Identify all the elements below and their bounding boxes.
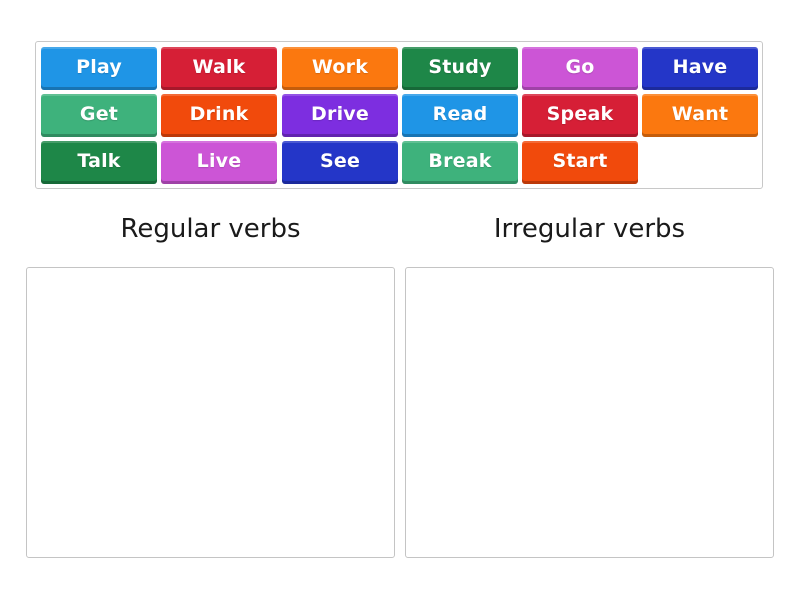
word-tile-work[interactable]: Work <box>282 47 398 90</box>
word-tile-play[interactable]: Play <box>41 47 157 90</box>
word-tile-talk[interactable]: Talk <box>41 141 157 184</box>
word-tile-study[interactable]: Study <box>402 47 518 90</box>
irregular-verbs-heading: Irregular verbs <box>493 214 686 244</box>
regular-verbs-heading: Regular verbs <box>120 214 301 244</box>
word-tile-want[interactable]: Want <box>642 94 758 137</box>
word-tile-go[interactable]: Go <box>522 47 638 90</box>
word-tile-see[interactable]: See <box>282 141 398 184</box>
word-tile-speak[interactable]: Speak <box>522 94 638 137</box>
word-tile-drive[interactable]: Drive <box>282 94 398 137</box>
irregular-verbs-drop-zone[interactable] <box>405 267 774 558</box>
word-tile-walk[interactable]: Walk <box>161 47 277 90</box>
word-tile-read[interactable]: Read <box>402 94 518 137</box>
word-tile-drink[interactable]: Drink <box>161 94 277 137</box>
word-tile-have[interactable]: Have <box>642 47 758 90</box>
word-tile-get[interactable]: Get <box>41 94 157 137</box>
regular-verbs-drop-zone[interactable] <box>26 267 395 558</box>
word-tile-start[interactable]: Start <box>522 141 638 184</box>
word-tile-live[interactable]: Live <box>161 141 277 184</box>
word-tile-break[interactable]: Break <box>402 141 518 184</box>
